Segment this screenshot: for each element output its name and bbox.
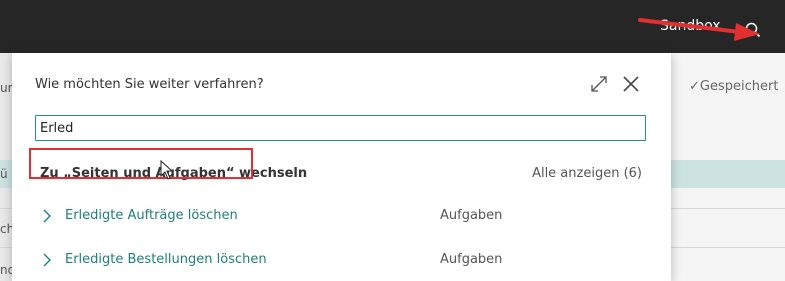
page-text-fragment: ü bbox=[0, 167, 8, 181]
saved-status: ✓Gespeichert bbox=[689, 79, 778, 94]
result-row[interactable]: Erledigte Bestellungen löschen Aufgaben bbox=[30, 244, 650, 276]
result-label[interactable]: Erledigte Bestellungen löschen bbox=[65, 252, 267, 267]
expand-icon[interactable] bbox=[590, 75, 608, 93]
show-all-link[interactable]: Alle anzeigen (6) bbox=[532, 166, 642, 181]
result-category: Aufgaben bbox=[440, 208, 503, 223]
result-category: Aufgaben bbox=[440, 252, 503, 267]
chevron-right-icon bbox=[43, 209, 51, 223]
checkmark-icon: ✓ bbox=[689, 79, 700, 94]
result-label[interactable]: Erledigte Aufträge löschen bbox=[65, 208, 238, 223]
search-input[interactable] bbox=[35, 115, 646, 141]
result-row[interactable]: Erledigte Aufträge löschen Aufgaben bbox=[30, 200, 650, 232]
dialog-title: Wie möchten Sie weiter verfahren? bbox=[35, 77, 264, 92]
close-icon[interactable] bbox=[621, 74, 641, 94]
chevron-right-icon bbox=[43, 253, 51, 267]
top-bar: Sandbox bbox=[0, 0, 785, 53]
mouse-cursor-icon bbox=[160, 160, 174, 180]
annotation-highlight-box bbox=[29, 148, 253, 179]
annotation-arrow-icon bbox=[638, 18, 760, 41]
saved-label: Gespeichert bbox=[699, 79, 779, 94]
